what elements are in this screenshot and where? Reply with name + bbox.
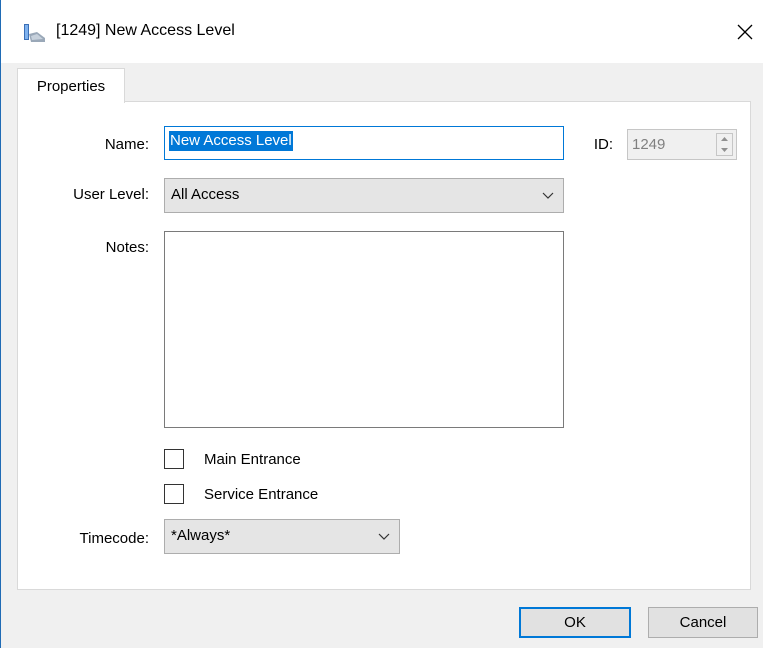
dialog-window: [1249] New Access Level Properties Name:… [0,0,763,648]
name-label: Name: [104,136,149,153]
chevron-down-icon [542,192,554,199]
tab-properties[interactable]: Properties [17,68,125,103]
window-title: [1249] New Access Level [56,22,235,39]
ok-button-label: OK [564,614,586,631]
service-entrance-label: Service Entrance [204,485,319,503]
caret-down-icon [717,145,732,155]
cancel-button-label: Cancel [679,614,727,631]
timecode-select[interactable]: *Always* [164,519,400,554]
name-field-value: New Access Level [169,131,293,151]
notes-textarea[interactable] [164,231,564,428]
id-value: 1249 [632,136,666,153]
user-level-select[interactable]: All Access [164,178,564,213]
chevron-down-icon [378,533,390,540]
tab-label: Properties [36,77,106,95]
service-entrance-checkbox-row[interactable]: Service Entrance [164,482,318,506]
cancel-button[interactable]: Cancel [648,607,758,638]
id-spinner [716,133,733,156]
notes-label: Notes: [105,239,149,256]
timecode-label: Timecode: [79,530,149,547]
user-level-value: All Access [171,186,240,203]
title-bar[interactable]: [1249] New Access Level [1,0,763,63]
service-entrance-checkbox[interactable] [164,484,184,504]
id-stepper: 1249 [627,129,737,160]
user-level-label: User Level: [73,186,149,203]
ok-button[interactable]: OK [519,607,631,638]
id-label: ID: [593,136,613,153]
main-entrance-label: Main Entrance [204,450,301,468]
close-icon [737,24,753,40]
name-field[interactable]: New Access Level [164,126,564,160]
main-entrance-checkbox-row[interactable]: Main Entrance [164,447,301,471]
close-button[interactable] [729,14,761,50]
timecode-value: *Always* [171,527,231,544]
caret-up-icon [717,134,732,144]
access-level-icon [23,22,47,44]
main-entrance-checkbox[interactable] [164,449,184,469]
